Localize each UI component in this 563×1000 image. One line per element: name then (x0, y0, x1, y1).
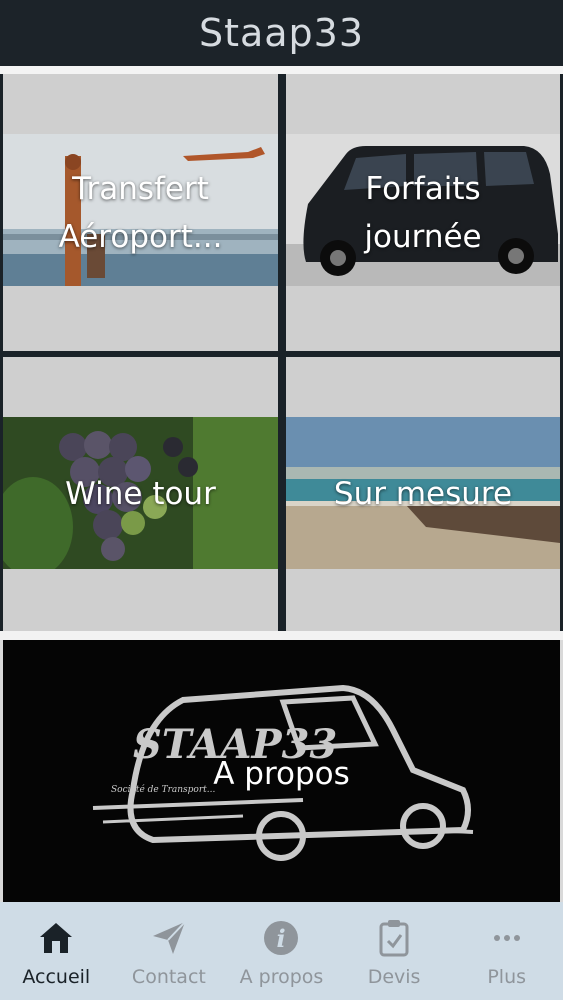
tab-label: Accueil (22, 966, 91, 988)
paper-plane-icon (149, 918, 189, 958)
about-label: A propos (213, 756, 350, 792)
tab-devis[interactable]: Devis (338, 902, 451, 1000)
tab-accueil[interactable]: Accueil (0, 902, 113, 1000)
clipboard-icon (374, 918, 414, 958)
tab-label: Contact (131, 966, 206, 988)
tile-label: Wine tour (65, 476, 216, 512)
bottom-tab-bar: Accueil Contact i A propos Devis Plus (0, 902, 563, 1000)
app-title: Staap33 (198, 11, 365, 55)
tile-forfaits-journee[interactable]: Forfaits journée (286, 74, 560, 351)
more-icon (487, 918, 527, 958)
header-divider (0, 66, 563, 74)
tab-label: A propos (239, 966, 324, 988)
tab-contact[interactable]: Contact (113, 902, 226, 1000)
tab-label: Devis (367, 966, 421, 988)
tile-label: Sur mesure (333, 476, 513, 512)
tile-label: Forfaits journée (364, 170, 482, 255)
about-banner[interactable]: STAAP33 Société de Transport... A propos (3, 640, 560, 902)
tile-wine-tour[interactable]: Wine tour (3, 357, 278, 631)
tile-sur-mesure[interactable]: Sur mesure (286, 357, 560, 631)
app-header: Staap33 (0, 0, 563, 66)
section-divider (0, 631, 563, 640)
home-icon (36, 918, 76, 958)
tab-label: Plus (487, 966, 527, 988)
tab-a-propos[interactable]: i A propos (225, 902, 338, 1000)
info-icon: i (261, 918, 301, 958)
tab-plus[interactable]: Plus (450, 902, 563, 1000)
svg-text:i: i (277, 924, 286, 953)
tile-transfert-aeroport[interactable]: Transfert Aéroport... (3, 74, 278, 351)
tile-label: Transfert Aéroport... (58, 170, 223, 255)
